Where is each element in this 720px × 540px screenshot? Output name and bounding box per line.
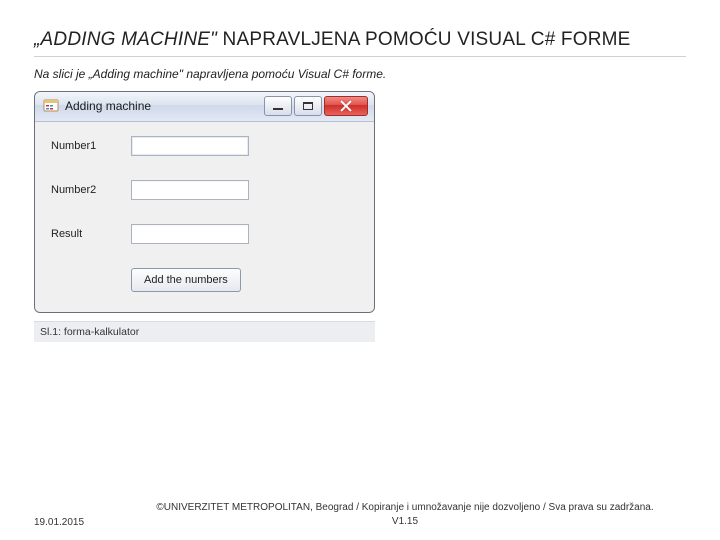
app-icon — [43, 98, 59, 114]
footer-version: V1.15 — [392, 516, 418, 527]
slide-footer: 19.01.2015 ©UNIVERZITET METROPOLITAN, Be… — [0, 501, 720, 528]
slide-subtitle: Na slici je „Adding machine" napravljena… — [34, 67, 686, 81]
input-number1[interactable] — [131, 136, 249, 156]
footer-date: 19.01.2015 — [34, 517, 124, 528]
minimize-icon — [273, 108, 283, 110]
window-titlebar[interactable]: Adding machine — [35, 92, 374, 122]
minimize-button[interactable] — [264, 96, 292, 116]
slide-title-em: „ADDING MACHINE" — [34, 29, 217, 50]
footer-copyright: ©UNIVERZITET METROPOLITAN, Beograd / Kop… — [156, 502, 653, 513]
label-number2: Number2 — [51, 184, 131, 196]
slide-title: „ADDING MACHINE" NAPRAVLJENA POMOĆU VISU… — [34, 28, 686, 52]
app-window: Adding machine Number1 Number2 Result Ad… — [34, 91, 375, 313]
figure-caption: Sl.1: forma-kalkulator — [34, 321, 375, 342]
maximize-button[interactable] — [294, 96, 322, 116]
label-number1: Number1 — [51, 140, 131, 152]
maximize-icon — [303, 102, 313, 110]
window-title: Adding machine — [65, 99, 264, 113]
slide-title-rest: NAPRAVLJENA POMOĆU VISUAL C# FORME — [217, 29, 630, 50]
window-client-area: Number1 Number2 Result Add the numbers — [35, 122, 374, 312]
close-button[interactable] — [324, 96, 368, 116]
input-number2[interactable] — [131, 180, 249, 200]
label-result: Result — [51, 228, 131, 240]
input-result[interactable] — [131, 224, 249, 244]
add-numbers-button[interactable]: Add the numbers — [131, 268, 241, 292]
close-icon — [340, 100, 352, 112]
